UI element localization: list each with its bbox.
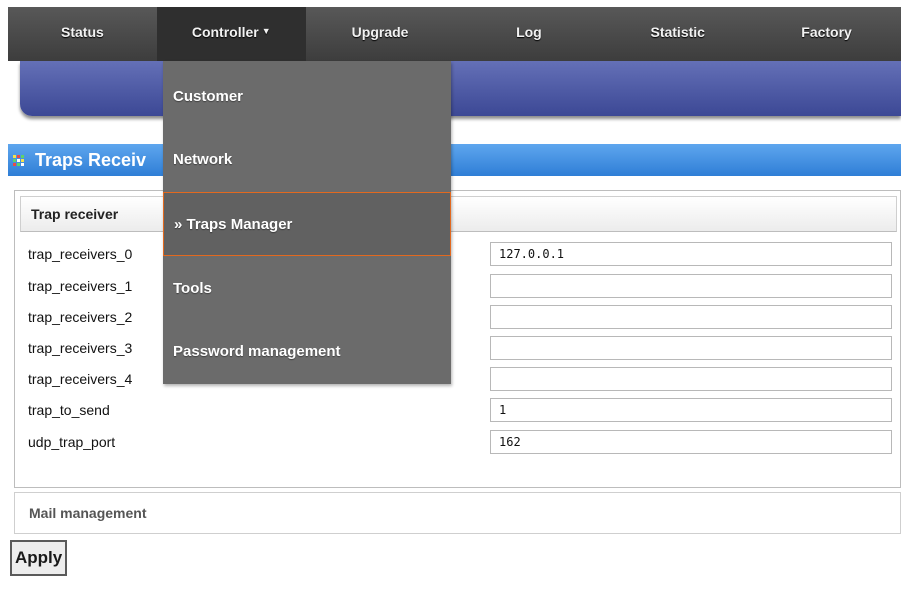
nav-status-label: Status — [61, 24, 104, 40]
nav-log-label: Log — [516, 24, 542, 40]
menu-item-customer[interactable]: Customer — [163, 65, 451, 129]
trap-receivers-2-input[interactable] — [490, 305, 892, 329]
nav-log[interactable]: Log — [454, 7, 603, 61]
menu-item-label: » Traps Manager — [174, 216, 293, 233]
panel-header-title: Trap receiver — [31, 206, 119, 222]
field-label: trap_receivers_4 — [28, 371, 133, 387]
form-row: trap_to_send — [28, 397, 896, 423]
form-row: trap_receivers_4 — [28, 366, 896, 392]
nav-upgrade-label: Upgrade — [351, 24, 409, 40]
mail-management-section[interactable]: Mail management — [14, 492, 901, 534]
caret-down-icon: ▼ — [261, 26, 271, 36]
header-band — [20, 61, 901, 116]
nav-controller-label: Controller — [191, 24, 259, 40]
apply-button[interactable]: Apply — [10, 540, 68, 576]
field-label: trap_receivers_3 — [28, 340, 133, 356]
menu-item-traps-manager[interactable]: » Traps Manager — [163, 192, 451, 256]
trap-receivers-4-input[interactable] — [490, 367, 892, 391]
form-row: trap_receivers_0 — [28, 241, 896, 267]
trap-receiver-panel: Trap receiver trap_receivers_0 trap_rece… — [14, 190, 901, 488]
menu-item-tools[interactable]: Tools — [163, 257, 451, 321]
nav-upgrade[interactable]: Upgrade — [306, 7, 455, 61]
form-row: udp_trap_port — [28, 429, 896, 455]
menu-item-label: Password management — [173, 343, 341, 360]
trap-to-send-input[interactable] — [490, 398, 892, 422]
section-title-bar: Traps Receiv — [8, 144, 901, 176]
menu-item-network[interactable]: Network — [163, 128, 451, 192]
menu-item-label: Network — [173, 151, 233, 168]
form-row: trap_receivers_3 — [28, 335, 896, 361]
field-label: trap_receivers_0 — [28, 246, 133, 262]
trap-receivers-0-input[interactable] — [490, 242, 892, 266]
menu-item-password-management[interactable]: Password management — [163, 320, 451, 384]
nav-factory-label: Factory — [801, 24, 852, 40]
field-label: udp_trap_port — [28, 434, 116, 450]
form-row: trap_receivers_2 — [28, 304, 896, 330]
trap-receivers-1-input[interactable] — [490, 274, 892, 298]
trap-receivers-3-input[interactable] — [490, 336, 892, 360]
nav-controller[interactable]: Controller ▼ — [156, 7, 306, 61]
nav-factory[interactable]: Factory — [752, 7, 901, 61]
menu-item-label: Tools — [173, 280, 212, 297]
top-navigation: Status Controller ▼ Upgrade Log Statistic… — [8, 7, 901, 61]
mail-management-label: Mail management — [29, 505, 147, 521]
nav-statistic-label: Statistic — [650, 24, 705, 40]
section-title: Traps Receiv — [35, 150, 147, 170]
controller-dropdown-menu: Customer Network » Traps Manager Tools P… — [163, 61, 451, 384]
panel-header: Trap receiver — [20, 196, 897, 232]
menu-item-label: Customer — [173, 88, 244, 105]
udp-trap-port-input[interactable] — [490, 430, 892, 454]
field-label: trap_receivers_1 — [28, 278, 133, 294]
colored-grid-icon — [13, 155, 25, 167]
nav-statistic[interactable]: Statistic — [603, 7, 752, 61]
field-label: trap_receivers_2 — [28, 309, 133, 325]
form-row: trap_receivers_1 — [28, 273, 896, 299]
field-label: trap_to_send — [28, 402, 110, 418]
nav-status[interactable]: Status — [8, 7, 157, 61]
